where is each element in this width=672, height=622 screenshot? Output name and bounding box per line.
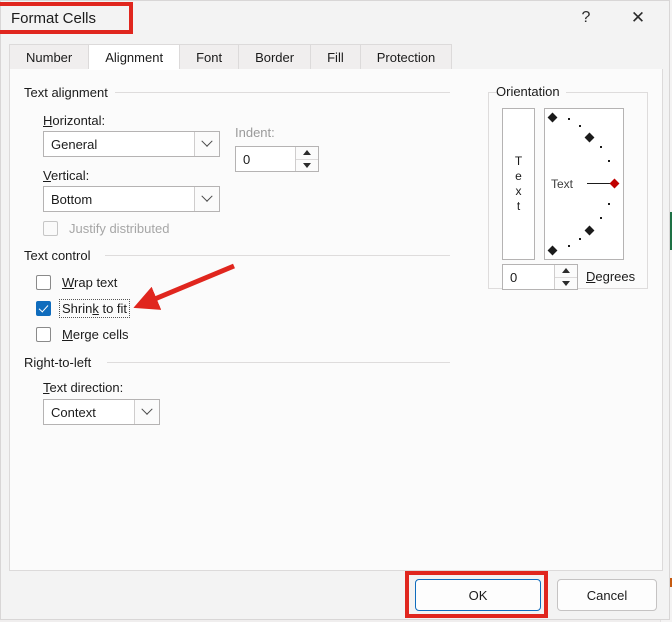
chevron-down-icon[interactable] <box>134 400 159 424</box>
ok-button[interactable]: OK <box>415 579 541 611</box>
text-alignment-group-label: Text alignment <box>24 85 114 100</box>
text-direction-select[interactable]: Context <box>43 399 160 425</box>
degrees-stepper[interactable]: 0 <box>502 264 578 290</box>
tab-alignment[interactable]: Alignment <box>88 44 181 69</box>
orientation-group: Orientation T e x t Text 0 Degrees <box>488 84 648 290</box>
tab-border[interactable]: Border <box>238 44 312 69</box>
orientation-vertical-letter-x: x <box>515 184 522 198</box>
indent-increment-icon[interactable] <box>296 147 318 159</box>
orientation-vertical-text-button[interactable]: T e x t <box>502 108 535 260</box>
orientation-handle-45[interactable] <box>584 132 595 143</box>
text-alignment-group-rule <box>115 92 450 93</box>
orientation-tick <box>579 125 581 127</box>
chevron-down-icon[interactable] <box>194 187 219 211</box>
shrink-to-fit-checkbox-box[interactable] <box>36 301 51 316</box>
text-direction-label: Text direction: <box>43 380 124 395</box>
text-control-group-rule <box>105 255 450 256</box>
text-control-group-label: Text control <box>24 248 97 263</box>
orientation-tick <box>600 146 602 148</box>
horizontal-label: Horizontal: <box>43 113 106 128</box>
merge-cells-label: Merge cells <box>62 327 129 342</box>
degrees-value: 0 <box>510 269 518 285</box>
degrees-decrement-icon[interactable] <box>555 276 577 289</box>
tab-font[interactable]: Font <box>179 44 240 69</box>
degrees-label: Degrees <box>586 269 636 284</box>
shrink-to-fit-checkbox[interactable]: Shrink to fit <box>36 299 131 318</box>
orientation-vertical-letter-e: e <box>515 169 522 183</box>
tab-protection[interactable]: Protection <box>359 44 453 69</box>
right-to-left-group-label: Right-to-left <box>24 355 98 370</box>
shrink-to-fit-label: Shrink to fit <box>58 299 131 318</box>
orientation-vertical-letter-t2: t <box>516 199 521 213</box>
orientation-tick <box>600 217 602 219</box>
orientation-handle-minus45[interactable] <box>584 225 595 236</box>
format-cells-dialog: Format Cells ? ✕ Number Alignment Font B… <box>0 0 670 620</box>
vertical-select-value: Bottom <box>51 191 93 207</box>
right-to-left-group-rule <box>107 362 450 363</box>
cancel-button[interactable]: Cancel <box>557 579 657 611</box>
merge-cells-checkbox-box[interactable] <box>36 327 51 342</box>
orientation-group-label: Orientation <box>496 84 566 99</box>
justify-distributed-checkbox: Justify distributed <box>43 220 171 237</box>
orientation-handle-90[interactable] <box>547 112 558 123</box>
chevron-down-icon[interactable] <box>194 132 219 156</box>
dialog-title: Format Cells <box>11 10 97 27</box>
indent-label: Indent: <box>235 125 275 140</box>
text-direction-select-value: Context <box>51 404 96 420</box>
vertical-label: Vertical: <box>43 168 90 183</box>
horizontal-select[interactable]: General <box>43 131 220 157</box>
indent-decrement-icon[interactable] <box>296 158 318 171</box>
indent-value: 0 <box>243 151 251 167</box>
degrees-increment-icon[interactable] <box>555 265 577 277</box>
orientation-tick <box>568 118 570 120</box>
orientation-handle-0[interactable] <box>609 178 620 189</box>
wrap-text-label: Wrap text <box>62 275 118 290</box>
wrap-text-checkbox[interactable]: Wrap text <box>36 274 119 291</box>
wrap-text-checkbox-box[interactable] <box>36 275 51 290</box>
orientation-dial-text: Text <box>551 177 574 191</box>
justify-distributed-checkbox-box <box>43 221 58 236</box>
horizontal-select-value: General <box>51 136 98 152</box>
close-icon[interactable]: ✕ <box>615 1 661 35</box>
orientation-tick <box>608 203 610 205</box>
tab-number[interactable]: Number <box>9 44 90 69</box>
justify-distributed-label: Justify distributed <box>69 221 170 236</box>
orientation-tick <box>608 160 610 162</box>
vertical-select[interactable]: Bottom <box>43 186 220 212</box>
dialog-title-bar: Format Cells ? ✕ <box>1 1 669 37</box>
orientation-tick <box>568 245 570 247</box>
orientation-tick <box>579 238 581 240</box>
orientation-dial[interactable]: Text <box>544 108 624 260</box>
dialog-tabs: Number Alignment Font Border Fill Protec… <box>9 44 663 70</box>
indent-stepper[interactable]: 0 <box>235 146 319 172</box>
orientation-vertical-letter-t1: T <box>514 154 523 168</box>
merge-cells-checkbox[interactable]: Merge cells <box>36 326 130 343</box>
alignment-tab-panel: Text alignment Horizontal: General Inden… <box>9 69 663 571</box>
orientation-handle-minus90[interactable] <box>547 245 558 256</box>
help-icon[interactable]: ? <box>563 1 609 35</box>
tab-fill[interactable]: Fill <box>310 44 361 69</box>
